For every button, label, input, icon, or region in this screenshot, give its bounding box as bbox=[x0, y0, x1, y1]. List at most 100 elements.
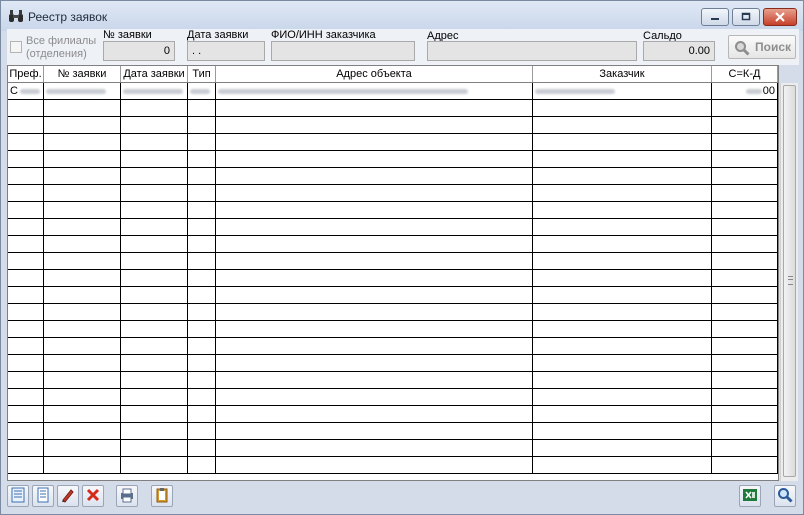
table-cell bbox=[533, 151, 712, 167]
table-cell bbox=[44, 168, 121, 184]
excel-icon bbox=[742, 487, 758, 506]
table-row[interactable]: С 00 bbox=[8, 83, 778, 100]
table-row[interactable] bbox=[8, 423, 778, 440]
customer-field[interactable] bbox=[271, 41, 415, 61]
table-cell bbox=[712, 440, 778, 456]
maximize-button[interactable] bbox=[732, 8, 760, 26]
table-row[interactable] bbox=[8, 372, 778, 389]
table-cell bbox=[8, 389, 44, 405]
table-row[interactable] bbox=[8, 355, 778, 372]
window-title: Реестр заявок bbox=[28, 10, 108, 24]
table-cell bbox=[216, 338, 533, 354]
balance-field[interactable]: 0.00 bbox=[643, 41, 715, 61]
table-row[interactable] bbox=[8, 151, 778, 168]
col-customer[interactable]: Заказчик bbox=[533, 66, 712, 82]
table-cell bbox=[121, 440, 188, 456]
table-cell bbox=[533, 372, 712, 388]
table-cell: С bbox=[8, 83, 44, 99]
table-cell bbox=[44, 372, 121, 388]
table-row[interactable] bbox=[8, 338, 778, 355]
table-cell bbox=[533, 168, 712, 184]
table-cell bbox=[216, 100, 533, 116]
scrollbar-thumb[interactable] bbox=[783, 85, 796, 477]
table-row[interactable] bbox=[8, 219, 778, 236]
table-row[interactable] bbox=[8, 253, 778, 270]
table-cell bbox=[121, 134, 188, 150]
close-button[interactable] bbox=[763, 8, 797, 26]
table-cell bbox=[8, 440, 44, 456]
table-cell bbox=[216, 440, 533, 456]
col-pref[interactable]: Преф. bbox=[8, 66, 44, 82]
table-cell bbox=[44, 338, 121, 354]
list-button[interactable] bbox=[7, 485, 29, 507]
table-row[interactable] bbox=[8, 457, 778, 474]
search-button[interactable]: Поиск bbox=[728, 35, 796, 59]
table-cell bbox=[533, 270, 712, 286]
col-object-address[interactable]: Адрес объекта bbox=[216, 66, 533, 82]
table-row[interactable] bbox=[8, 389, 778, 406]
table-row[interactable] bbox=[8, 134, 778, 151]
requests-table[interactable]: Преф. № заявки Дата заявки Тип Адрес объ… bbox=[7, 65, 779, 481]
delete-button[interactable] bbox=[82, 485, 104, 507]
zoom-button[interactable] bbox=[774, 485, 796, 507]
table-cell bbox=[8, 202, 44, 218]
table-cell bbox=[216, 168, 533, 184]
table-row[interactable] bbox=[8, 168, 778, 185]
table-cell bbox=[533, 406, 712, 422]
col-request-no[interactable]: № заявки bbox=[44, 66, 121, 82]
vertical-scrollbar[interactable] bbox=[780, 83, 798, 481]
table-row[interactable] bbox=[8, 117, 778, 134]
table-row[interactable] bbox=[8, 321, 778, 338]
table-cell bbox=[44, 219, 121, 235]
table-row[interactable] bbox=[8, 304, 778, 321]
all-branches-checkbox[interactable] bbox=[10, 41, 22, 53]
table-cell bbox=[712, 253, 778, 269]
print-button[interactable] bbox=[116, 485, 138, 507]
table-cell bbox=[712, 406, 778, 422]
table-cell bbox=[188, 406, 216, 422]
table-cell bbox=[712, 423, 778, 439]
table-cell bbox=[8, 457, 44, 473]
table-cell bbox=[121, 423, 188, 439]
table-cell bbox=[8, 287, 44, 303]
table-cell bbox=[533, 219, 712, 235]
table-row[interactable] bbox=[8, 440, 778, 457]
clipboard-button[interactable] bbox=[151, 485, 173, 507]
table-cell bbox=[533, 100, 712, 116]
table-cell bbox=[533, 457, 712, 473]
print-icon bbox=[119, 487, 135, 506]
table-row[interactable] bbox=[8, 100, 778, 117]
table-row[interactable] bbox=[8, 406, 778, 423]
table-cell bbox=[188, 440, 216, 456]
table-cell bbox=[712, 100, 778, 116]
table-cell bbox=[533, 389, 712, 405]
col-balance[interactable]: С=К-Д bbox=[712, 66, 778, 82]
table-row[interactable] bbox=[8, 202, 778, 219]
cell-balance-text: 00 bbox=[762, 85, 775, 97]
request-date-field[interactable]: . . bbox=[187, 41, 265, 61]
table-cell bbox=[188, 457, 216, 473]
table-cell bbox=[8, 355, 44, 371]
excel-button[interactable] bbox=[739, 485, 761, 507]
table-row[interactable] bbox=[8, 185, 778, 202]
table-cell bbox=[216, 185, 533, 201]
document-button[interactable] bbox=[32, 485, 54, 507]
redacted-text bbox=[218, 88, 468, 94]
table-row[interactable] bbox=[8, 270, 778, 287]
redacted-text bbox=[19, 88, 40, 94]
col-type[interactable]: Тип bbox=[188, 66, 216, 82]
table-cell bbox=[216, 423, 533, 439]
table-row[interactable] bbox=[8, 287, 778, 304]
col-request-date[interactable]: Дата заявки bbox=[121, 66, 188, 82]
minimize-button[interactable] bbox=[701, 8, 729, 26]
edit-button[interactable] bbox=[57, 485, 79, 507]
table-cell bbox=[121, 321, 188, 337]
table-cell bbox=[712, 372, 778, 388]
filter-panel: Все филиалы (отделения) № заявки 0 Дата … bbox=[7, 29, 799, 65]
table-cell bbox=[216, 304, 533, 320]
table-row[interactable] bbox=[8, 236, 778, 253]
table-cell bbox=[8, 117, 44, 133]
table-cell bbox=[44, 253, 121, 269]
address-field[interactable] bbox=[427, 41, 637, 61]
request-no-field[interactable]: 0 bbox=[103, 41, 175, 61]
